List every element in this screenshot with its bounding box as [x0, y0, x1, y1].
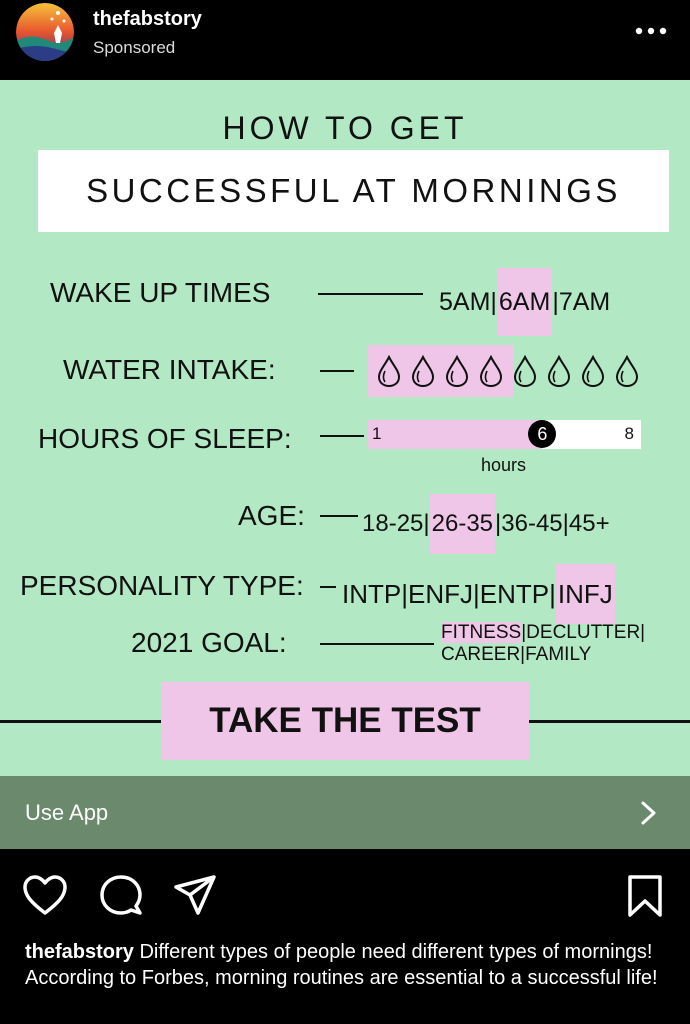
age-option: 18-25 — [362, 510, 424, 537]
wake-options: 5AM|6AM|7AM — [439, 268, 610, 336]
goal-options: FITNESS|DECLUTTER| CAREER|FAMILY — [441, 622, 645, 666]
goal-option-rest: |DECLUTTER| — [521, 622, 646, 643]
comment-icon[interactable] — [98, 873, 144, 919]
post-header: thefabstory Sponsored — [0, 0, 690, 80]
age-rule — [320, 515, 358, 517]
more-icon[interactable] — [634, 26, 668, 36]
sleep-min: 1 — [372, 424, 382, 443]
cta-rule-left — [0, 720, 161, 723]
wake-option: 6AM — [496, 268, 553, 336]
ad-title-line2: SUCCESSFUL AT MORNINGS — [86, 172, 621, 209]
sleep-max: 8 — [624, 424, 634, 443]
goal-label: 2021 GOAL: — [131, 627, 287, 658]
sleep-slider-knob: 6 — [528, 420, 557, 448]
age-option: 45+ — [568, 510, 610, 537]
personality-option: INFJ — [555, 564, 615, 624]
post-actions — [0, 849, 690, 934]
wake-label: WAKE UP TIMES — [50, 277, 271, 308]
water-drop-icon — [445, 355, 469, 388]
sponsored-label: Sponsored — [93, 38, 176, 57]
wake-option: 5AM — [439, 288, 491, 316]
goal-option-selected: FITNESS — [441, 622, 522, 643]
chevron-right-icon — [641, 801, 656, 825]
sleep-unit: hours — [481, 455, 527, 475]
water-rule — [320, 370, 354, 372]
personality-option: ENTP — [479, 579, 550, 609]
age-option: 36-45 — [501, 510, 563, 537]
caption-username[interactable]: thefabstory — [25, 941, 134, 963]
water-drop-icon — [411, 355, 435, 388]
age-label: AGE: — [238, 500, 305, 531]
personality-rule — [320, 586, 336, 588]
water-drop-icon — [581, 355, 605, 388]
water-drop-icon — [513, 355, 537, 388]
personality-label: PERSONALITY TYPE: — [20, 570, 304, 601]
age-option: 26-35 — [429, 494, 496, 554]
goal-option-line2: CAREER|FAMILY — [441, 644, 592, 665]
cta-rule-right — [529, 720, 690, 723]
water-label: WATER INTAKE: — [63, 354, 276, 385]
avatar[interactable] — [16, 3, 74, 61]
water-drop-icon — [377, 355, 401, 388]
water-drop-icon — [479, 355, 503, 388]
ad-title-box: SUCCESSFUL AT MORNINGS — [38, 150, 669, 232]
wake-rule — [318, 293, 423, 295]
sleep-slider: 1 8 6 — [368, 420, 641, 449]
bookmark-icon[interactable] — [622, 873, 668, 919]
personality-options: INTP|ENFJ|ENTP|INFJ — [342, 564, 615, 624]
username[interactable]: thefabstory — [93, 8, 202, 31]
use-app-label: Use App — [25, 800, 109, 825]
personality-separator: | — [473, 579, 480, 609]
personality-option: INTP — [342, 579, 402, 609]
age-options: 18-25|26-35|36-45|45+ — [362, 494, 610, 554]
sleep-label: HOURS OF SLEEP: — [38, 423, 292, 454]
personality-separator: | — [549, 579, 556, 609]
personality-option: ENFJ — [408, 579, 473, 609]
sleep-rule — [320, 435, 364, 437]
goal-rule — [320, 643, 434, 645]
water-drop-icon — [547, 355, 571, 388]
take-test-button[interactable]: TAKE THE TEST — [161, 682, 529, 760]
post-caption: thefabstory Different types of people ne… — [25, 939, 665, 991]
ad-title-line1: HOW TO GET — [222, 110, 468, 146]
heart-icon[interactable] — [22, 873, 68, 919]
use-app-bar[interactable]: Use App — [0, 776, 690, 849]
wake-option: 7AM — [558, 288, 611, 316]
ad-image[interactable]: HOW TO GET SUCCESSFUL AT MORNINGS WAKE U… — [0, 80, 690, 776]
sleep-slider-fill — [368, 420, 543, 449]
water-drop-icon — [615, 355, 639, 388]
share-icon[interactable] — [172, 873, 218, 919]
personality-separator: | — [401, 579, 408, 609]
